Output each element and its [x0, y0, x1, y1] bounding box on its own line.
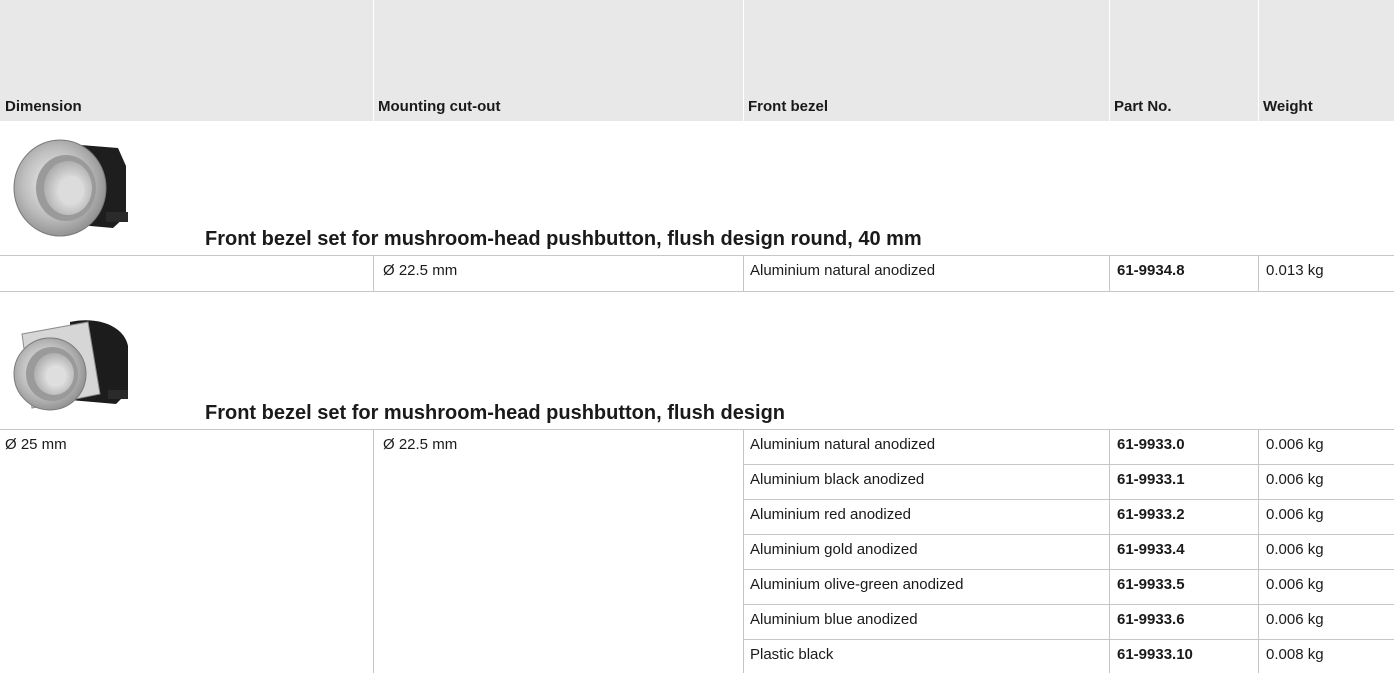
front-bezel-cell: Aluminium natural anodized: [750, 436, 936, 453]
weight-cell: 0.006 kg: [1266, 611, 1324, 628]
section-title-flush: Front bezel set for mushroom-head pushbu…: [205, 402, 785, 424]
column-divider: [743, 429, 744, 673]
row-divider: [743, 639, 1394, 640]
weight-cell: 0.008 kg: [1266, 646, 1324, 663]
part-no-cell: 61-9934.8: [1117, 262, 1185, 279]
header-divider: [373, 0, 374, 121]
row-divider: [743, 499, 1394, 500]
header-part-no: Part No.: [1114, 98, 1172, 115]
column-divider: [1258, 255, 1259, 291]
front-bezel-cell: Aluminium blue anodized: [750, 611, 918, 628]
part-no-cell: 61-9933.2: [1117, 506, 1185, 523]
front-bezel-cell: Aluminium gold anodized: [750, 541, 918, 558]
column-divider: [1109, 429, 1110, 673]
row-divider: [0, 429, 1394, 430]
bezel-square-product-image: [8, 312, 138, 423]
row-divider: [0, 291, 1394, 292]
front-bezel-cell: Aluminium black anodized: [750, 471, 925, 488]
part-no-cell: 61-9933.0: [1117, 436, 1185, 453]
weight-cell: 0.006 kg: [1266, 576, 1324, 593]
front-bezel-cell: Aluminium olive-green anodized: [750, 576, 964, 593]
row-divider: [0, 255, 1394, 256]
mounting-cutout-cell: Ø 22.5 mm: [383, 262, 458, 279]
header-front-bezel: Front bezel: [748, 98, 829, 115]
part-no-cell: 61-9933.4: [1117, 541, 1185, 558]
header-dimension: Dimension: [5, 98, 82, 115]
column-divider: [373, 429, 374, 673]
weight-cell: 0.006 kg: [1266, 541, 1324, 558]
column-divider: [1109, 255, 1110, 291]
part-no-cell: 61-9933.6: [1117, 611, 1185, 628]
part-no-cell: 61-9933.1: [1117, 471, 1185, 488]
weight-cell: 0.013 kg: [1266, 262, 1324, 279]
header-weight: Weight: [1263, 98, 1313, 115]
weight-cell: 0.006 kg: [1266, 436, 1324, 453]
row-divider: [743, 569, 1394, 570]
mounting-cutout-cell: Ø 22.5 mm: [383, 436, 458, 453]
section-title-round: Front bezel set for mushroom-head pushbu…: [205, 228, 922, 250]
header-divider: [1109, 0, 1110, 121]
weight-cell: 0.006 kg: [1266, 506, 1324, 523]
header-divider: [1258, 0, 1259, 121]
part-no-cell: 61-9933.10: [1117, 646, 1193, 663]
part-no-cell: 61-9933.5: [1117, 576, 1185, 593]
header-divider: [743, 0, 744, 121]
column-divider: [373, 255, 374, 291]
bezel-round-product-image: [8, 126, 138, 247]
row-divider: [743, 464, 1394, 465]
row-divider: [743, 604, 1394, 605]
column-divider: [743, 255, 744, 291]
front-bezel-cell: Plastic black: [750, 646, 834, 663]
header-mounting-cutout: Mounting cut-out: [378, 98, 501, 115]
front-bezel-cell: Aluminium natural anodized: [750, 262, 936, 279]
front-bezel-cell: Aluminium red anodized: [750, 506, 911, 523]
weight-cell: 0.006 kg: [1266, 471, 1324, 488]
row-divider: [743, 534, 1394, 535]
column-divider: [1258, 429, 1259, 673]
dimension-cell: Ø 25 mm: [5, 436, 67, 453]
